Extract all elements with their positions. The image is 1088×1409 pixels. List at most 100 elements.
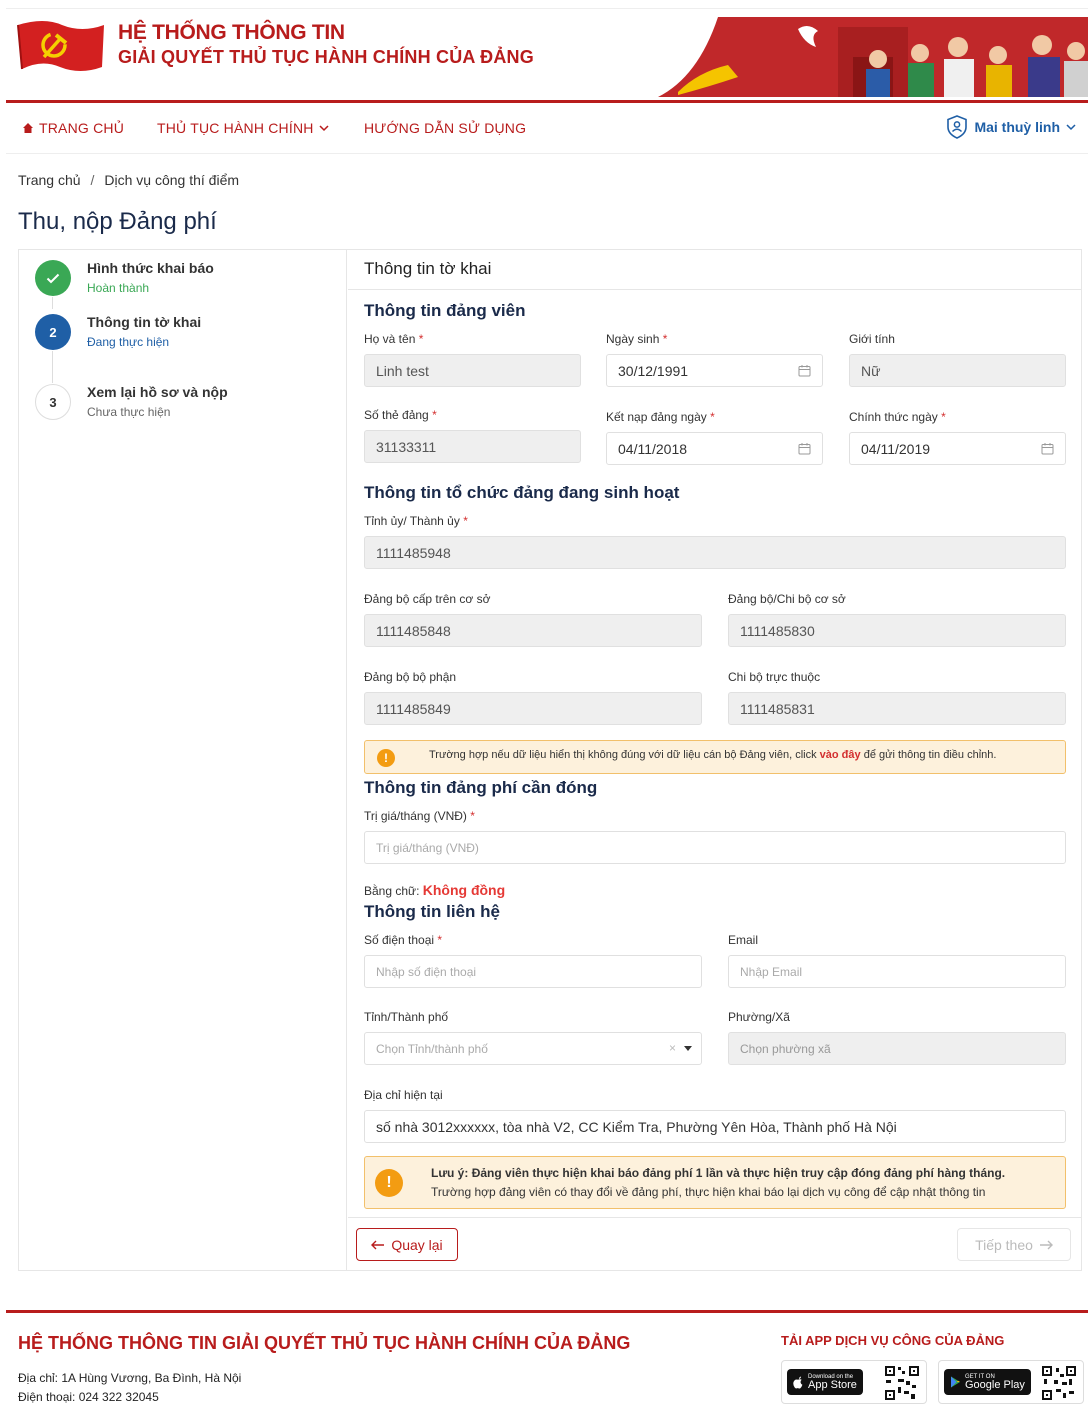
note-alert: ! Lưu ý: Đảng viên thực hiện khai báo đả… [364,1156,1066,1209]
chevron-down-icon [319,124,329,131]
step-title: Thông tin tờ khai [87,314,202,330]
province-committee-field[interactable]: 1111485948 [364,536,1066,569]
declaration-form: Thông tin tờ khai Thông tin đảng viên Họ… [348,250,1081,1270]
step-connector [52,351,53,383]
official-date-label: Chính thức ngày * [849,410,946,424]
breadcrumb-current[interactable]: Dịch vụ công thí điểm [104,172,239,188]
nav-home-label: TRANG CHỦ [39,120,125,136]
division-party-label: Đảng bộ bộ phận [364,670,457,684]
google-play-button[interactable]: GET IT ON Google Play [944,1369,1031,1395]
google-play-icon [951,1376,960,1388]
header-banner-illustration [658,17,1088,97]
city-label: Tỉnh/Thành phố [364,1010,449,1024]
monthly-label: Trị giá/tháng (VNĐ) * [364,809,475,823]
gender-field[interactable]: Nữ [849,354,1066,387]
amount-in-words: Bằng chữ: Không đồng [364,882,506,898]
breadcrumb-separator: / [90,172,95,188]
app-store-card[interactable]: Download on the App Store [781,1360,927,1404]
ward-label: Phường/Xã [728,1010,790,1024]
nav-home[interactable]: TRANG CHỦ [22,120,124,136]
step-number: 3 [35,384,71,420]
form-heading: Thông tin tờ khai [364,259,492,278]
footer-title: HỆ THỐNG THÔNG TIN GIẢI QUYẾT THỦ TỤC HÀ… [18,1333,631,1353]
back-label: Quay lại [391,1236,443,1253]
home-icon [23,123,33,133]
calendar-icon[interactable] [798,442,811,455]
nav-guide[interactable]: HƯỚNG DẪN SỬ DỤNG [364,120,526,136]
step-status: Hoàn thành [87,281,150,295]
city-select[interactable]: Chọn Tỉnh/thành phố × [364,1032,702,1065]
division-party-field[interactable]: 1111485849 [364,692,702,725]
step-list: Hình thức khai báo Hoàn thành 2 Thông ti… [19,250,347,1270]
next-button[interactable]: Tiếp theo [957,1228,1071,1261]
brand-title: HỆ THỐNG THÔNG TIN [118,21,345,44]
calendar-icon[interactable] [1041,442,1054,455]
direct-cell-label: Chi bộ trực thuộc [728,670,821,684]
clear-icon[interactable]: × [669,1041,676,1055]
dob-value: 30/12/1991 [618,362,689,379]
calendar-icon[interactable] [798,364,811,377]
email-label: Email [728,933,759,947]
admission-date-label: Kết nạp đảng ngày * [606,410,715,424]
phone-input[interactable]: Nhập số điện thoại [364,955,702,988]
qr-code-icon [884,1365,920,1401]
card-no-field[interactable]: 31133311 [364,430,581,463]
report-link[interactable]: vào đây [820,749,861,761]
note-line-1: Lưu ý: Đảng viên thực hiện khai báo đảng… [431,1166,1006,1180]
section-title-member: Thông tin đảng viên [364,301,526,320]
site-footer: HỆ THỐNG THÔNG TIN GIẢI QUYẾT THỦ TỤC HÀ… [6,1310,1088,1409]
caret-down-icon[interactable] [684,1046,692,1051]
warning-icon: ! [375,1169,403,1197]
app-store-button[interactable]: Download on the App Store [787,1369,863,1395]
nav-procedures[interactable]: THỦ TỤC HÀNH CHÍNH [157,120,329,136]
direct-cell-field[interactable]: 1111485831 [728,692,1066,725]
hammer-sickle-flag-icon[interactable] [14,17,106,75]
upper-party-label: Đảng bộ cấp trên cơ sở [364,592,491,606]
admission-date-value: 04/11/2018 [618,440,688,457]
wizard-card: Hình thức khai báo Hoàn thành 2 Thông ti… [18,249,1082,1271]
qr-code-icon [1041,1365,1077,1401]
province-committee-label: Tỉnh ủy/ Thành ủy * [364,514,468,528]
base-party-field[interactable]: 1111485830 [728,614,1066,647]
full-name-field[interactable]: Linh test [364,354,581,387]
breadcrumb-home[interactable]: Trang chủ [18,172,81,188]
address-label: Địa chỉ hiện tại [364,1088,443,1102]
gender-label: Giới tính [849,332,895,346]
phone-label: Số điện thoại * [364,933,443,947]
admission-date-field[interactable]: 04/11/2018 [606,432,823,465]
address-input[interactable]: số nhà 3012xxxxxx, tòa nhà V2, CC Kiểm T… [364,1110,1066,1143]
section-title-org: Thông tin tổ chức đảng đang sinh hoạt [364,483,680,502]
warning-icon: ! [377,749,395,767]
arrow-right-icon [1039,1240,1053,1249]
monthly-fee-input[interactable]: Trị giá/tháng (VNĐ) [364,831,1066,864]
brand-subtitle: GIẢI QUYẾT THỦ TỤC HÀNH CHÍNH CỦA ĐẢNG [118,47,534,67]
upper-party-field[interactable]: 1111485848 [364,614,702,647]
page-title: Thu, nộp Đảng phí [18,208,217,235]
breadcrumb: Trang chủ / Dịch vụ công thí điểm [18,172,239,188]
step-connector [52,297,53,309]
site-header: HỆ THỐNG THÔNG TIN GIẢI QUYẾT THỦ TỤC HÀ… [6,8,1088,102]
step-status: Đang thực hiện [87,335,170,349]
step-number: 2 [35,314,71,350]
step-title: Xem lại hồ sơ và nộp [87,384,228,400]
form-header: Thông tin tờ khai [348,250,1081,290]
next-label: Tiếp theo [975,1236,1033,1253]
footer-phone: Điện thoại: 024 322 32045 [18,1390,159,1404]
official-date-field[interactable]: 04/11/2019 [849,432,1066,465]
dob-label: Ngày sinh * [606,332,668,346]
main-nav: TRANG CHỦ THỦ TỤC HÀNH CHÍNH HƯỚNG DẪN S… [6,104,1088,154]
apple-icon [793,1376,803,1389]
org-alert-text: Trường hợp nếu dữ liệu hiển thị không đú… [429,749,997,761]
user-menu[interactable]: Mai thuỳ linh [946,115,1076,139]
arrow-left-icon [371,1240,385,1249]
back-button[interactable]: Quay lại [356,1228,458,1261]
google-play-label: Google Play [965,1378,1025,1391]
dob-field[interactable]: 30/12/1991 [606,354,823,387]
base-party-label: Đảng bộ/Chi bộ cơ sở [728,592,846,606]
email-input[interactable]: Nhập Email [728,955,1066,988]
step-check-icon [35,260,71,296]
form-actions-divider [348,1217,1081,1218]
org-data-alert: ! Trường hợp nếu dữ liệu hiển thị không … [364,740,1066,774]
google-play-card[interactable]: GET IT ON Google Play [938,1360,1084,1404]
ward-select[interactable]: Chọn phường xã [728,1032,1066,1065]
